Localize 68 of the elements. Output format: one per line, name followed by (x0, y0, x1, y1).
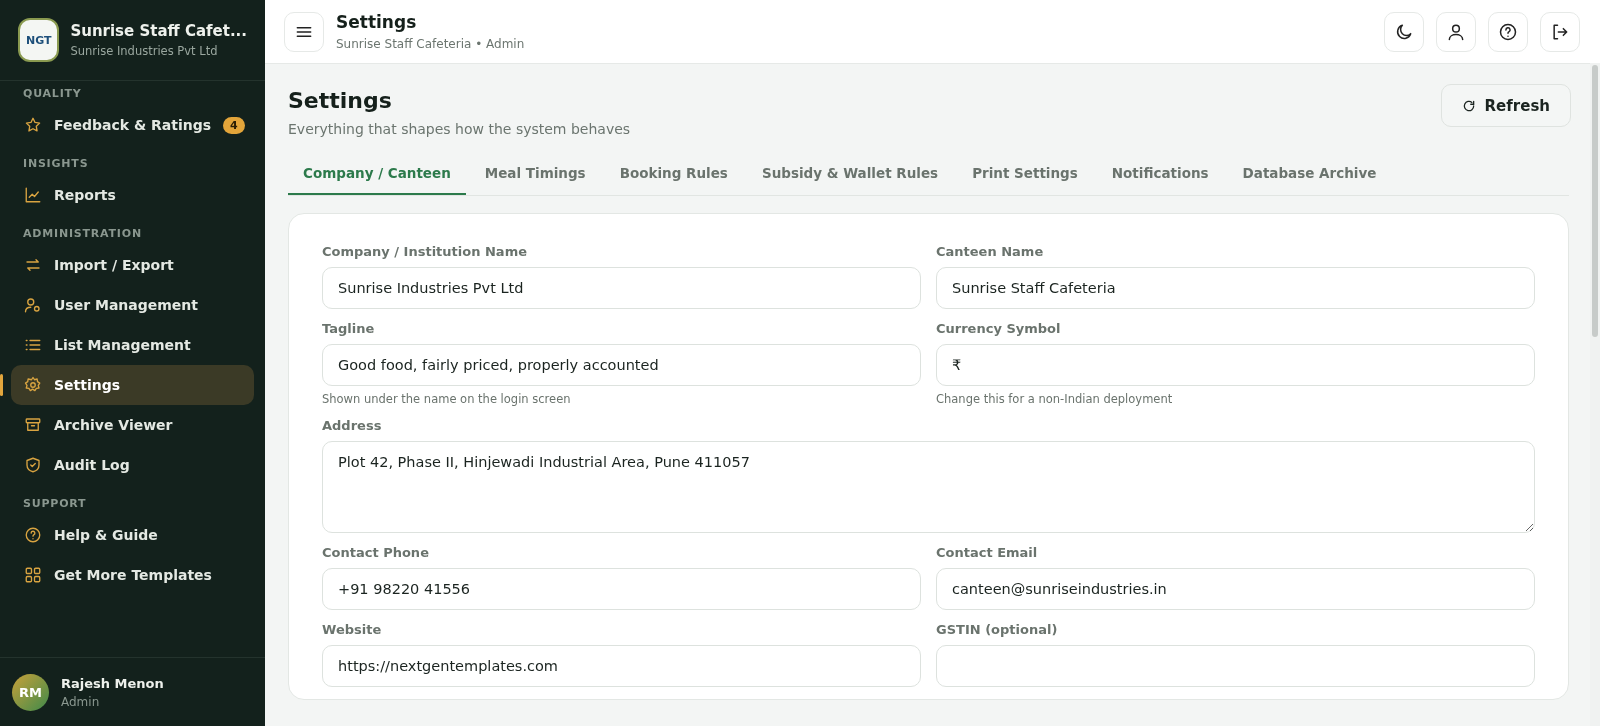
theme-button[interactable] (1384, 11, 1424, 52)
chart-icon (24, 186, 42, 204)
sidebar-item[interactable]: Help & Guide (11, 515, 254, 555)
page-title: Settings (336, 12, 418, 32)
field-label: Contact Phone (322, 545, 430, 560)
tab[interactable]: Company / Canteen (288, 154, 466, 195)
logo-icon: NGT (18, 18, 60, 62)
field-hint: Change this for a non-Indian deployment (936, 392, 1174, 406)
field-hint: Shown under the name on the login screen (322, 392, 572, 406)
input-field[interactable]: +91 98220 41556 (322, 568, 921, 610)
sidebar-item[interactable]: Import / Export (11, 245, 254, 285)
grid-icon (24, 566, 42, 584)
tab[interactable]: Meal Timings (469, 154, 601, 195)
tab[interactable]: Notifications (1096, 154, 1224, 195)
sidebar-item[interactable]: List Management (11, 325, 254, 365)
app-title: Sunrise Staff Cafet... (70, 22, 247, 40)
section-heading: ADMINISTRATION (22, 227, 143, 242)
menu-button[interactable] (284, 11, 324, 52)
section-title: Settings (288, 88, 393, 113)
sidebar-item[interactable]: Archive Viewer (11, 405, 254, 445)
field-label: Currency Symbol (936, 321, 1062, 336)
input-field[interactable] (936, 645, 1535, 687)
profile-button[interactable] (1436, 11, 1476, 52)
avatar: RM (12, 673, 49, 711)
logout-button[interactable] (1540, 11, 1580, 52)
refresh-icon (1461, 98, 1476, 113)
input-field[interactable]: https://nextgentemplates.com (322, 645, 921, 687)
sidebar-item[interactable]: Feedback & Ratings 4 (11, 105, 254, 145)
help-button[interactable] (1488, 11, 1528, 52)
refresh-button[interactable]: Refresh (1440, 84, 1571, 127)
tab[interactable]: Booking Rules (604, 154, 743, 195)
section-heading: INSIGHTS (22, 157, 90, 172)
star-icon (24, 116, 42, 134)
field-label: Tagline (322, 321, 376, 336)
tab[interactable]: Subsidy & Wallet Rules (746, 154, 954, 195)
tab[interactable]: Print Settings (957, 154, 1093, 195)
scrollbar-thumb[interactable] (1592, 65, 1598, 337)
help-icon (24, 526, 42, 544)
gear-icon (24, 376, 42, 394)
field-label: GSTIN (optional) (936, 622, 1059, 637)
input-field[interactable]: Sunrise Staff Cafeteria (936, 267, 1535, 309)
company-name: Sunrise Industries Pvt Ltd (70, 44, 219, 58)
sidebar-item[interactable]: User Management (11, 285, 254, 325)
sidebar-item[interactable]: Audit Log (11, 445, 254, 485)
user-role: Admin (61, 694, 101, 709)
archive-icon (24, 416, 42, 434)
section-heading: QUALITY (22, 87, 83, 102)
field-label: Website (322, 622, 383, 637)
swap-icon (24, 256, 42, 274)
input-field[interactable]: Sunrise Industries Pvt Ltd (322, 267, 921, 309)
sidebar-item[interactable]: Reports (11, 175, 254, 215)
section-description: Everything that shapes how the system behaves (288, 121, 631, 137)
field-label: Company / Institution Name (322, 244, 528, 259)
input-field[interactable]: canteen@sunriseindustries.in (936, 568, 1535, 610)
text-area[interactable]: Plot 42, Phase II, Hinjewadi Industrial Area, Pune 411057 (322, 441, 1535, 533)
user-name: Rajesh Menon (61, 675, 164, 691)
field-label: Address (322, 418, 383, 433)
field-label: Contact Email (936, 545, 1039, 560)
section-heading: SUPPORT (22, 497, 88, 512)
input-field[interactable]: Good food, fairly priced, properly accounted (322, 344, 921, 386)
shield-icon (24, 456, 42, 474)
count-badge: 4 (223, 116, 245, 134)
tab[interactable]: Database Archive (1227, 154, 1392, 195)
breadcrumb: Sunrise Staff Cafeteria • Admin (336, 37, 525, 51)
input-field[interactable]: ₹ (936, 344, 1535, 386)
help-icon (1498, 21, 1518, 42)
field-label: Canteen Name (936, 244, 1045, 259)
sidebar-item[interactable]: Get More Templates (11, 555, 254, 595)
